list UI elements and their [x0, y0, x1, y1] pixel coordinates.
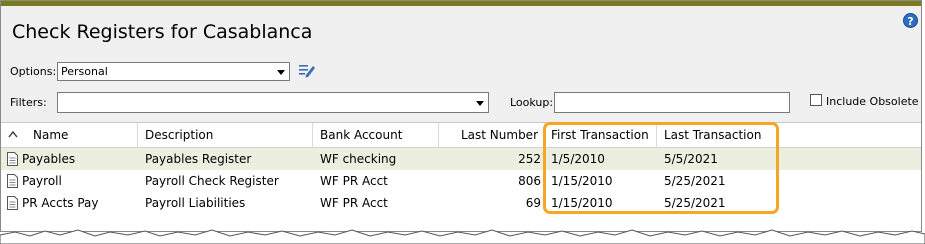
cell-last-transaction: 5/25/2021 [664, 174, 726, 188]
document-icon [7, 174, 18, 188]
sort-ascending-icon[interactable] [8, 130, 18, 138]
cell-bank-account: WF PR Acct [320, 174, 388, 188]
cell-bank-account: WF PR Acct [320, 196, 388, 210]
document-icon [7, 152, 18, 166]
include-obsolete-checkbox[interactable] [810, 94, 822, 106]
cell-last-transaction: 5/5/2021 [664, 152, 718, 166]
window-top-bar [1, 1, 921, 6]
include-obsolete-label: Include Obsolete [826, 95, 919, 108]
cell-bank-account: WF checking [320, 152, 397, 166]
chevron-down-icon [476, 101, 484, 106]
cell-first-transaction: 1/15/2010 [551, 174, 613, 188]
column-header-last-transaction[interactable]: Last Transaction [657, 123, 777, 147]
lookup-input[interactable] [554, 92, 790, 113]
cell-name: Payables [22, 152, 76, 166]
column-header-description[interactable]: Description [138, 123, 313, 147]
cell-first-transaction: 1/5/2010 [551, 152, 605, 166]
cell-description: Payroll Liabilities [145, 196, 246, 210]
cell-first-transaction: 1/15/2010 [551, 196, 613, 210]
column-header-name[interactable]: Name [21, 123, 138, 147]
column-header-bank-account[interactable]: Bank Account [313, 123, 439, 147]
lookup-label: Lookup: [510, 96, 554, 109]
cell-name: Payroll [22, 174, 62, 188]
table-row[interactable]: Payables Payables Register WF checking 2… [1, 148, 921, 170]
document-icon [7, 196, 18, 210]
table-row[interactable]: PR Accts Pay Payroll Liabilities WF PR A… [1, 192, 921, 214]
table-header: Name Description Bank Account Last Numbe… [1, 123, 921, 148]
cell-last-transaction: 5/25/2021 [664, 196, 726, 210]
column-header-first-transaction[interactable]: First Transaction [545, 123, 657, 147]
filters-label: Filters: [10, 96, 47, 109]
help-icon[interactable]: ? [903, 13, 918, 28]
column-header-last-number[interactable]: Last Number [439, 123, 545, 147]
page-title: Check Registers for Casablanca [12, 21, 313, 43]
options-value: Personal [61, 65, 108, 78]
table-row[interactable]: Payroll Payroll Check Register WF PR Acc… [1, 170, 921, 192]
edit-options-icon[interactable] [298, 62, 316, 78]
chevron-down-icon [277, 70, 285, 75]
cell-last-number: 69 [525, 196, 541, 210]
cell-last-number: 252 [518, 152, 541, 166]
options-dropdown[interactable]: Personal [57, 62, 290, 81]
registers-table: Name Description Bank Account Last Numbe… [1, 122, 921, 231]
cell-description: Payroll Check Register [145, 174, 279, 188]
cell-description: Payables Register [145, 152, 252, 166]
filters-dropdown[interactable] [57, 92, 489, 113]
check-registers-window: ? Check Registers for Casablanca Options… [0, 0, 922, 232]
torn-edge [0, 229, 925, 244]
cell-name: PR Accts Pay [22, 196, 99, 210]
cell-last-number: 806 [518, 174, 541, 188]
options-label: Options: [10, 65, 57, 78]
